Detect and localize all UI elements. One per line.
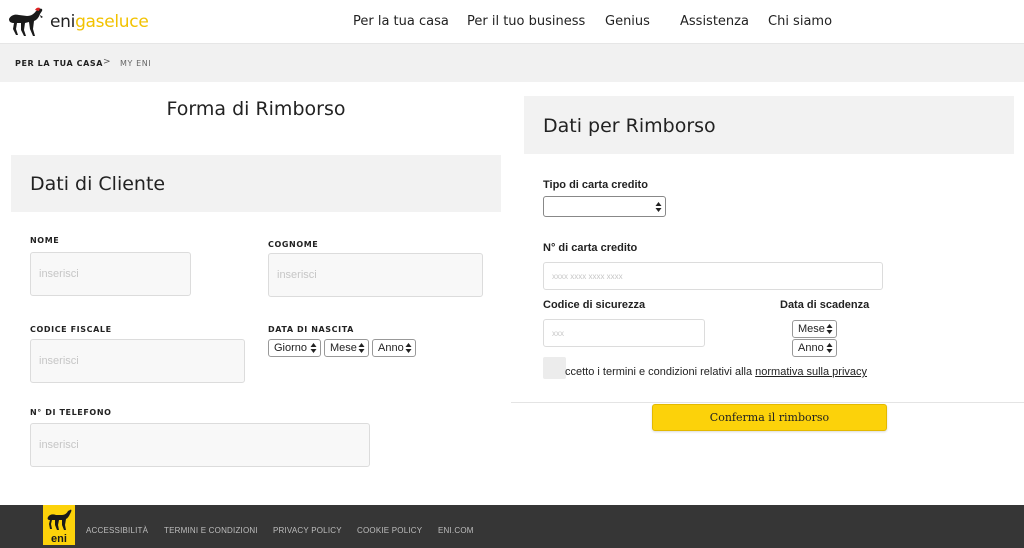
- cognome-label: COGNOME: [268, 240, 319, 249]
- card-number-input[interactable]: xxxx xxxx xxxx xxxx: [543, 262, 883, 290]
- brand-name-part2: gaseluce: [75, 12, 149, 32]
- terms-text: ccetto i termini e condizioni relativi a…: [565, 366, 867, 378]
- nav-genius[interactable]: Genius: [605, 14, 650, 29]
- nav-per-la-tua-casa[interactable]: Per la tua casa: [353, 14, 449, 29]
- codice-fiscale-placeholder: inserisci: [39, 355, 79, 367]
- confirm-refund-label: Conferma il rimborso: [709, 411, 830, 424]
- expiry-month-select[interactable]: Mese: [792, 320, 837, 338]
- brand-name[interactable]: enigaseluce: [50, 12, 149, 32]
- nav-assistenza[interactable]: Assistenza: [680, 14, 749, 29]
- breadcrumb-current: MY ENI: [120, 59, 152, 68]
- dob-day-select[interactable]: Giorno: [268, 339, 321, 357]
- footer-link-cookie[interactable]: COOKIE POLICY: [357, 526, 422, 535]
- page-title: Forma di Rimborso: [166, 98, 346, 120]
- site-header: enigaseluce Per la tua casa Per il tuo b…: [0, 0, 1024, 44]
- card-number-placeholder: xxxx xxxx xxxx xxxx: [552, 271, 623, 281]
- select-arrows-icon: [358, 343, 365, 353]
- dob-year-select[interactable]: Anno: [372, 339, 416, 357]
- card-type-label: Tipo di carta credito: [543, 179, 648, 191]
- cvv-input[interactable]: xxx: [543, 319, 705, 347]
- site-footer: [0, 505, 1024, 548]
- dob-year-value: Anno: [378, 342, 404, 354]
- terms-text-body: ccetto i termini e condizioni relativi a…: [565, 366, 756, 378]
- footer-link-privacy[interactable]: PRIVACY POLICY: [273, 526, 342, 535]
- refund-panel-title: Dati per Rimborso: [543, 115, 716, 137]
- codice-fiscale-input[interactable]: inserisci: [30, 339, 245, 383]
- nav-per-il-tuo-business[interactable]: Per il tuo business: [467, 14, 585, 29]
- breadcrumb: PER LA TUA CASA > MY ENI: [0, 44, 1024, 82]
- footer-logo-text: eni: [51, 533, 67, 545]
- footer-link-termini[interactable]: TERMINI E CONDIZIONI: [164, 526, 258, 535]
- cvv-placeholder: xxx: [552, 328, 564, 338]
- refund-panel-header: Dati per Rimborso: [524, 96, 1014, 154]
- expiry-month-value: Mese: [798, 323, 825, 335]
- card-type-select[interactable]: [543, 196, 666, 217]
- nome-label: NOME: [30, 236, 60, 245]
- breadcrumb-root-link[interactable]: PER LA TUA CASA: [15, 59, 103, 68]
- nome-input[interactable]: inserisci: [30, 252, 191, 296]
- card-number-label: N° di carta credito: [543, 242, 638, 254]
- expiry-year-value: Anno: [798, 342, 824, 354]
- cvv-label: Codice di sicurezza: [543, 299, 646, 311]
- select-arrows-icon: [405, 343, 412, 353]
- select-arrows-icon: [655, 202, 662, 212]
- terms-checkbox[interactable]: [543, 357, 566, 379]
- select-arrows-icon: [310, 343, 317, 353]
- footer-link-accessibilita[interactable]: ACCESSIBILITÀ: [86, 526, 148, 535]
- codice-fiscale-label: CODICE FISCALE: [30, 325, 112, 334]
- expiry-year-select[interactable]: Anno: [792, 339, 837, 357]
- telefono-placeholder: inserisci: [39, 439, 79, 451]
- select-arrows-icon: [826, 324, 833, 334]
- nome-placeholder: inserisci: [39, 268, 79, 280]
- footer-link-eni-com[interactable]: ENI.COM: [438, 526, 474, 535]
- brand-name-part1: eni: [50, 12, 76, 32]
- select-arrows-icon: [826, 343, 833, 353]
- expiry-label: Data di scadenza: [780, 299, 870, 311]
- confirm-refund-button[interactable]: Conferma il rimborso: [652, 404, 887, 431]
- breadcrumb-separator: >: [103, 57, 111, 67]
- telefono-input[interactable]: inserisci: [30, 423, 370, 467]
- nav-chi-siamo[interactable]: Chi siamo: [768, 14, 832, 29]
- dob-month-select[interactable]: Mese: [324, 339, 369, 357]
- privacy-link[interactable]: normativa sulla privacy: [755, 366, 867, 378]
- eni-six-legged-dog-logo-icon[interactable]: [5, 5, 45, 39]
- dob-month-value: Mese: [330, 342, 357, 354]
- cognome-placeholder: inserisci: [277, 269, 317, 281]
- cognome-input[interactable]: inserisci: [268, 253, 483, 297]
- client-panel-header: Dati di Cliente: [11, 155, 501, 212]
- eni-footer-logo-icon[interactable]: eni: [43, 505, 75, 545]
- dob-day-value: Giorno: [274, 342, 308, 354]
- data-nascita-label: DATA DI NASCITA: [268, 325, 354, 334]
- client-panel-title: Dati di Cliente: [30, 173, 166, 195]
- telefono-label: N° DI TELEFONO: [30, 408, 112, 417]
